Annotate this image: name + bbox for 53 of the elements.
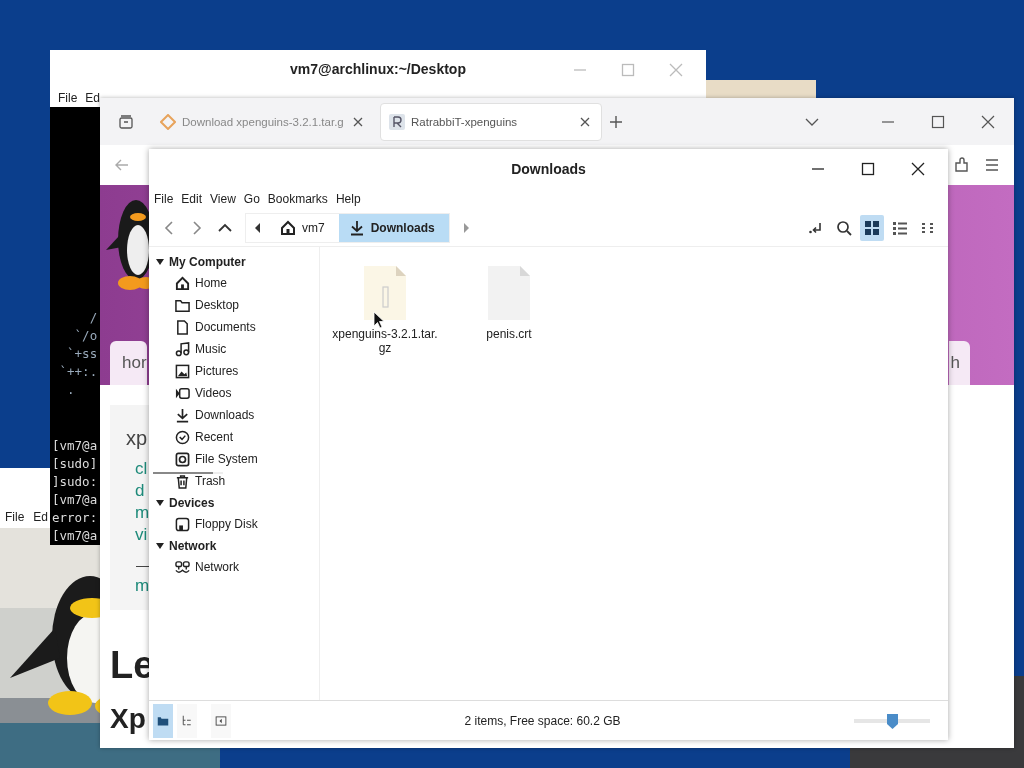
terminal-line: [vm7@a <box>52 437 98 455</box>
menu-item[interactable]: Bookmarks <box>263 192 332 206</box>
file-name[interactable]: penis.crt <box>455 327 563 341</box>
menu-item[interactable]: Edit <box>177 192 207 206</box>
sidebar-item[interactable]: Music <box>195 342 227 356</box>
page-link[interactable]: d <box>135 480 145 502</box>
window-title: vm7@archlinux:~/Desktop <box>290 61 466 77</box>
page-link[interactable]: m <box>135 575 150 597</box>
menu-item[interactable]: View <box>206 192 240 206</box>
section-header: Devices <box>169 495 215 510</box>
sidebar-item[interactable]: Network <box>195 560 239 574</box>
card-title: xp <box>126 427 148 450</box>
sidebar-item[interactable]: Recent <box>195 430 234 444</box>
menu-item[interactable]: Help <box>331 192 365 206</box>
nav-tab[interactable]: h <box>948 341 970 385</box>
terminal-text: `++:. <box>58 363 98 381</box>
menu-item[interactable]: Ed <box>81 90 105 105</box>
page-link[interactable]: cl <box>135 458 148 480</box>
sidebar-item[interactable]: Documents <box>195 320 256 334</box>
path-button[interactable]: vm7 <box>270 214 339 242</box>
menu-item[interactable]: Go <box>239 192 264 206</box>
terminal-line: ]sudo: <box>52 473 98 491</box>
terminal-text: . <box>66 381 75 399</box>
sidebar-item[interactable]: Trash <box>195 474 226 488</box>
window-title: Downloads <box>511 160 586 177</box>
status-text: 2 items, Free space: 60.2 GB <box>463 713 622 728</box>
sidebar-item[interactable]: Downloads <box>195 408 255 422</box>
page-heading: Xp <box>110 703 146 735</box>
file-name[interactable]: xpenguins-3.2.1.tar.gz <box>331 327 439 355</box>
menu-item[interactable]: File <box>54 90 82 105</box>
path-button[interactable]: Downloads <box>338 214 449 242</box>
page-link[interactable]: m <box>135 502 150 524</box>
menu-item[interactable]: File <box>5 510 25 525</box>
sidebar-item[interactable]: File System <box>195 452 258 466</box>
terminal-line: [sudo] <box>52 455 98 473</box>
menu-item[interactable]: File <box>150 192 178 206</box>
page-link[interactable]: vi <box>135 524 148 546</box>
terminal-text: `+ss <box>66 345 98 363</box>
sidebar-item[interactable]: Home <box>195 276 227 290</box>
browser-tab[interactable]: RatrabbiT-xpenguins <box>380 102 602 141</box>
nav-tab[interactable]: hor <box>110 341 147 385</box>
menu-item[interactable]: Ed <box>33 510 49 525</box>
sidebar-item[interactable]: Desktop <box>195 298 240 312</box>
terminal-line: error: <box>52 509 98 527</box>
terminal-text: `/o <box>73 327 98 345</box>
sidebar-item[interactable]: Videos <box>195 386 232 400</box>
section-header: Network <box>169 538 217 553</box>
section-header: My Computer <box>169 254 246 269</box>
terminal-line: [vm7@a <box>52 491 98 509</box>
sidebar-item[interactable]: Pictures <box>195 364 239 378</box>
terminal-line: [vm7@a <box>52 527 98 545</box>
sidebar-item[interactable]: Floppy Disk <box>195 517 258 531</box>
terminal-text: / <box>88 309 98 327</box>
